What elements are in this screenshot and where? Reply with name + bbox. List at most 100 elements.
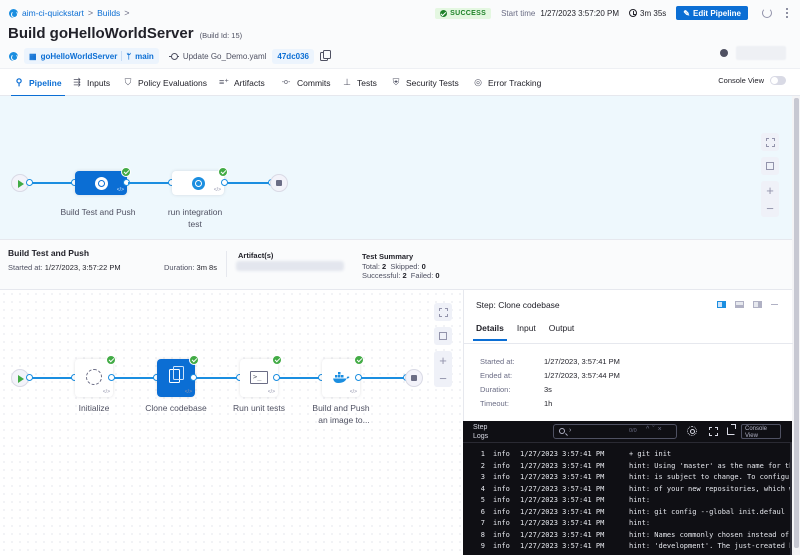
layout-float-icon[interactable] [753,301,762,308]
refresh-icon[interactable] [762,8,772,18]
detail-value: 1h [544,399,553,408]
skipped-label: Skipped: [390,262,420,271]
search-nav: ^ˇ× [646,426,665,433]
fit-to-screen-button[interactable] [761,133,779,151]
log-line: 1 info 1/27/2023 3:57:41 PM + git init [463,450,790,462]
step-label: an image to... [318,415,370,425]
branch-name[interactable]: main [135,52,154,61]
focus-button[interactable] [434,327,452,345]
log-message: + git init [629,450,672,458]
log-line: 6 info 1/27/2023 3:57:41 PM hint: git confi… [463,508,790,520]
log-message: hint: [629,496,651,504]
zoom-out-button[interactable]: − [439,369,447,387]
log-line: 7 info 1/27/2023 3:57:41 PM hint: [463,519,790,531]
focus-button[interactable] [761,157,779,175]
step-label: Build and Push [312,403,370,413]
artifact-link-redacted[interactable] [236,261,344,271]
code-icon: </> [267,389,275,395]
layout-right-split-icon[interactable] [717,301,726,308]
copy-icon[interactable] [320,49,331,61]
build-meta: ▦ goHelloWorldServer ᛘ main Update Go_De… [9,48,331,64]
tab-error-tracking[interactable]: ◎ Error Tracking [473,69,541,96]
tab-pipeline[interactable]: ⚲ Pipeline [11,69,65,97]
tab-output[interactable]: Output [549,323,575,341]
stage-summary: Build Test and Push Started at: 1/27/202… [0,239,792,290]
stage-build-test-and-push[interactable]: </> [75,171,127,195]
close-icon[interactable]: × [658,426,665,433]
log-line-number: 5 [480,496,485,504]
harness-ci-logo-icon [9,8,18,18]
breadcrumb-project-link[interactable]: aim-ci-quickstart [22,8,84,18]
start-time-label: Start time [501,8,536,18]
tab-label: Error Tracking [488,77,542,88]
shield-check-icon: ⛉ [124,77,132,87]
console-view-toggle[interactable] [770,76,786,85]
fit-screen-icon [765,137,775,147]
log-level: info [493,484,510,493]
console-view-button[interactable]: Console View [741,424,781,439]
log-message: hint: is subject to change. To configur [629,473,790,481]
step-graph-canvas[interactable]: </> </> >_ </> </> Initialize Clone code… [0,290,462,555]
log-message: hint: Using 'master' as the name for th [629,461,790,470]
breadcrumb: aim-ci-quickstart > Builds > [9,8,130,18]
pipeline-graph-canvas[interactable]: </> </> Build Test and Push run integrat… [0,96,792,239]
log-timestamp: 1/27/2023 3:57:41 PM [520,484,605,493]
log-line-number: 9 [480,542,485,550]
log-timestamp: 1/27/2023 3:57:41 PM [520,450,605,458]
total-duration: 3m 35s [629,9,666,18]
match-count: 0/0 [629,428,637,434]
log-search-input[interactable]: › 0/0 ^ˇ× [553,424,677,439]
tab-policy-evaluations[interactable]: ⛉ Policy Evaluations [123,69,207,96]
edit-pipeline-label: Edit Pipeline [692,8,741,18]
zoom-in-button[interactable]: + [439,351,447,369]
detail-label: Ended at: [480,371,513,380]
log-line-number: 3 [480,473,485,481]
square-icon [439,332,447,340]
tab-tests[interactable]: ⊥ Tests [342,69,377,96]
pipeline-end-node [270,174,288,192]
success-check-icon [121,167,131,177]
open-external-icon[interactable] [727,424,736,435]
log-level: info [493,461,510,470]
tab-inputs[interactable]: ⇶ Inputs [72,69,110,96]
tab-label: Security Tests [406,77,459,88]
gear-icon[interactable] [687,426,697,436]
connector-line [279,377,323,379]
tab-artifacts[interactable]: ≡⁺ Artifacts [219,69,265,96]
log-title-line: Step [473,424,488,431]
log-toolbar: Step Logs › 0/0 ^ˇ× Console View [463,421,792,443]
log-line: 5 info 1/27/2023 3:57:41 PM hint: [463,496,790,508]
target-icon: ◎ [474,77,482,87]
execution-tabs: ⚲ Pipeline ⇶ Inputs ⛉ Policy Evaluations… [0,68,800,97]
edit-pipeline-button[interactable]: ✎ Edit Pipeline [676,6,748,20]
tab-details[interactable]: Details [473,323,507,341]
log-line: 2 info 1/27/2023 3:57:41 PM hint: Using 'ma… [463,462,790,474]
fit-to-screen-button[interactable] [434,303,452,321]
repo-name-link[interactable]: goHelloWorldServer [41,52,118,61]
ci-stage-icon [191,176,205,190]
log-line: 3 info 1/27/2023 3:57:41 PM hint: is subjec… [463,473,790,485]
successful-label: Successful: [362,271,401,280]
security-icon: ⛨ [392,77,400,87]
layout-bottom-split-icon[interactable] [735,301,744,308]
stage-run-integration-test[interactable]: </> [172,171,224,195]
minimize-icon[interactable] [771,304,778,305]
graph-zoom-controls: + − [761,133,779,217]
more-options-icon[interactable] [786,8,788,18]
log-level: info [493,530,510,539]
tab-input[interactable]: Input [517,323,536,341]
zoom-in-button[interactable]: + [766,181,774,199]
tab-security-tests[interactable]: ⛨ Security Tests [391,69,459,96]
stage-started-at: Started at: 1/27/2023, 3:57:22 PM [8,263,121,272]
start-time-value: 1/27/2023 3:57:20 PM [540,8,620,18]
log-line-number: 7 [480,519,485,527]
breadcrumb-builds-link[interactable]: Builds [97,8,120,18]
connector-line [361,377,407,379]
check-circle-icon [440,9,448,17]
zoom-out-button[interactable]: − [766,199,774,217]
page-scrollbar-thumb[interactable] [794,98,799,548]
expand-icon[interactable] [709,427,718,436]
log-scrollbar[interactable] [790,443,792,555]
commit-sha-link[interactable]: 47dc036 [272,48,314,64]
tab-commits[interactable]: -o- Commits [280,69,331,96]
